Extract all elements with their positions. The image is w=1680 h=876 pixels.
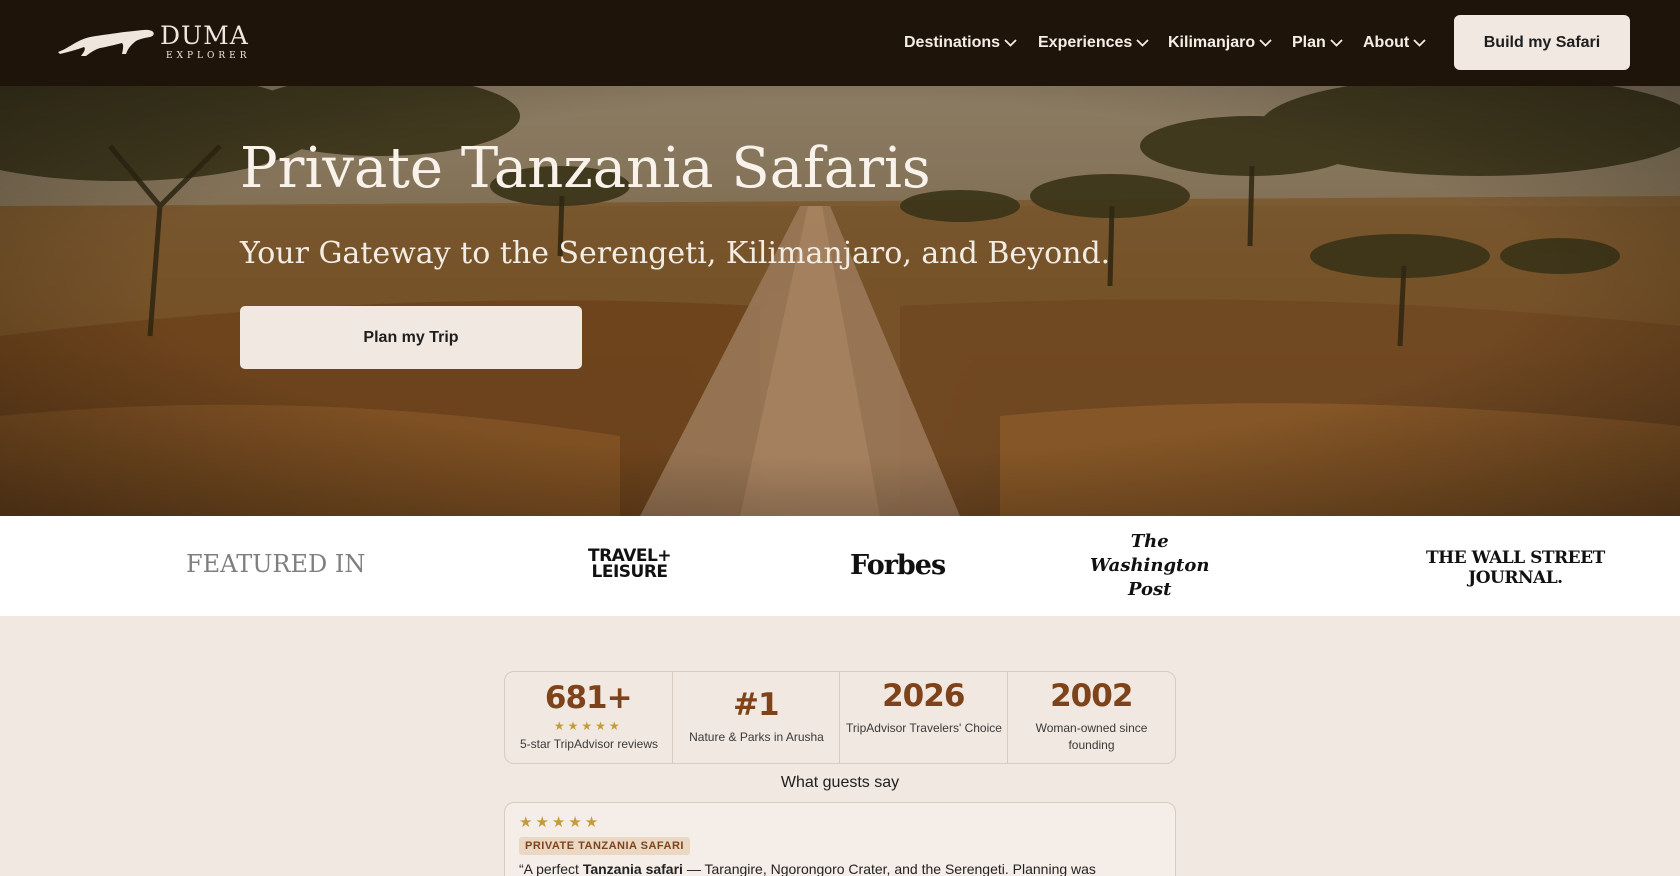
review-text: “A perfect Tanzania safari — Tarangire, … bbox=[519, 861, 1096, 876]
wall-street-journal-logo: THE WALL STREET JOURNAL. bbox=[1426, 548, 1605, 588]
cheetah-icon bbox=[58, 29, 154, 56]
nav-item-kilimanjaro[interactable]: Kilimanjaro bbox=[1168, 32, 1272, 54]
review-text-highlight: Tanzania safari bbox=[582, 861, 683, 876]
logo-text-line: JOURNAL. bbox=[1468, 568, 1563, 588]
stat-value: #1 bbox=[732, 687, 780, 723]
nav-item-label: Plan bbox=[1292, 34, 1326, 51]
travel-leisure-logo: TRAVEL+ LEISURE bbox=[588, 548, 672, 582]
chevron-down-icon bbox=[1136, 39, 1149, 47]
stat-woman-owned: 2002 Woman-owned since founding bbox=[1008, 672, 1176, 763]
stat-value: 2026 bbox=[882, 678, 965, 714]
hero-title: Private Tanzania Safaris bbox=[240, 136, 931, 201]
stat-tripadvisor-reviews: 681+ ★★★★★ 5-star TripAdvisor reviews bbox=[505, 672, 673, 763]
hero-subtitle: Your Gateway to the Serengeti, Kilimanja… bbox=[240, 236, 1111, 271]
trust-stats-panel: 681+ ★★★★★ 5-star TripAdvisor reviews #1… bbox=[504, 671, 1176, 764]
guests-section-title: What guests say bbox=[780, 774, 900, 791]
featured-in-label: FEATURED IN bbox=[186, 550, 366, 578]
nav-item-label: About bbox=[1363, 34, 1410, 51]
nav-item-plan[interactable]: Plan bbox=[1292, 32, 1343, 54]
review-category-badge: PRIVATE TANZANIA SAFARI bbox=[519, 837, 690, 855]
stat-ranking: #1 Nature & Parks in Arusha bbox=[673, 672, 840, 763]
nav-item-label: Destinations bbox=[904, 34, 1001, 51]
nav-item-about[interactable]: About bbox=[1363, 32, 1426, 54]
guest-review-card: ★★★★★ PRIVATE TANZANIA SAFARI “A perfect… bbox=[504, 802, 1176, 876]
brand-name: DUMA bbox=[160, 21, 249, 50]
star-rating-icon: ★★★★★ bbox=[519, 814, 602, 831]
chevron-down-icon bbox=[1004, 39, 1017, 47]
stat-caption: 5-star TripAdvisor reviews bbox=[519, 737, 659, 751]
stat-travelers-choice: 2026 TripAdvisor Travelers' Choice bbox=[840, 672, 1008, 763]
plan-my-trip-button[interactable]: Plan my Trip bbox=[240, 306, 582, 369]
stat-caption: Nature & Parks in Arusha bbox=[689, 730, 824, 744]
chevron-down-icon bbox=[1413, 39, 1426, 47]
review-text-part: “A perfect bbox=[519, 861, 583, 876]
top-navigation-bar: DUMA EXPLORER Destinations Experiences K… bbox=[0, 0, 1680, 86]
brand-tagline: EXPLORER bbox=[166, 51, 251, 61]
chevron-down-icon bbox=[1330, 39, 1343, 47]
nav-item-experiences[interactable]: Experiences bbox=[1038, 32, 1149, 54]
duma-explorer-logo[interactable]: DUMA EXPLORER bbox=[56, 22, 260, 64]
hero-section: Private Tanzania Safaris Your Gateway to… bbox=[0, 86, 1680, 516]
washington-post-logo: The Washington Post bbox=[1090, 530, 1209, 602]
logo-text-line: Washington bbox=[1090, 555, 1210, 576]
logo-text-line: Forbes bbox=[850, 550, 946, 581]
stat-value: 681+ bbox=[544, 680, 633, 716]
nav-item-destinations[interactable]: Destinations bbox=[904, 32, 1017, 54]
stat-value: 2002 bbox=[1050, 678, 1133, 714]
logo-text-line: LEISURE bbox=[591, 562, 669, 582]
logo-text-line: The bbox=[1130, 531, 1169, 552]
stat-caption: Woman-owned since founding bbox=[1035, 721, 1148, 752]
review-text-part: — Tarangire, Ngorongoro Crater, and the … bbox=[682, 861, 1096, 876]
chevron-down-icon bbox=[1259, 39, 1272, 47]
nav-item-label: Experiences bbox=[1038, 34, 1133, 51]
forbes-logo: Forbes bbox=[850, 550, 946, 581]
star-rating-icon: ★★★★★ bbox=[553, 719, 623, 733]
logo-text-line: Post bbox=[1127, 579, 1172, 600]
nav-item-label: Kilimanjaro bbox=[1168, 34, 1256, 51]
build-my-safari-button[interactable]: Build my Safari bbox=[1454, 15, 1630, 70]
featured-in-bar: FEATURED IN TRAVEL+ LEISURE Forbes The W… bbox=[0, 516, 1680, 616]
logo-text-line: THE WALL STREET bbox=[1426, 548, 1605, 568]
stat-caption: TripAdvisor Travelers' Choice bbox=[846, 721, 1002, 735]
